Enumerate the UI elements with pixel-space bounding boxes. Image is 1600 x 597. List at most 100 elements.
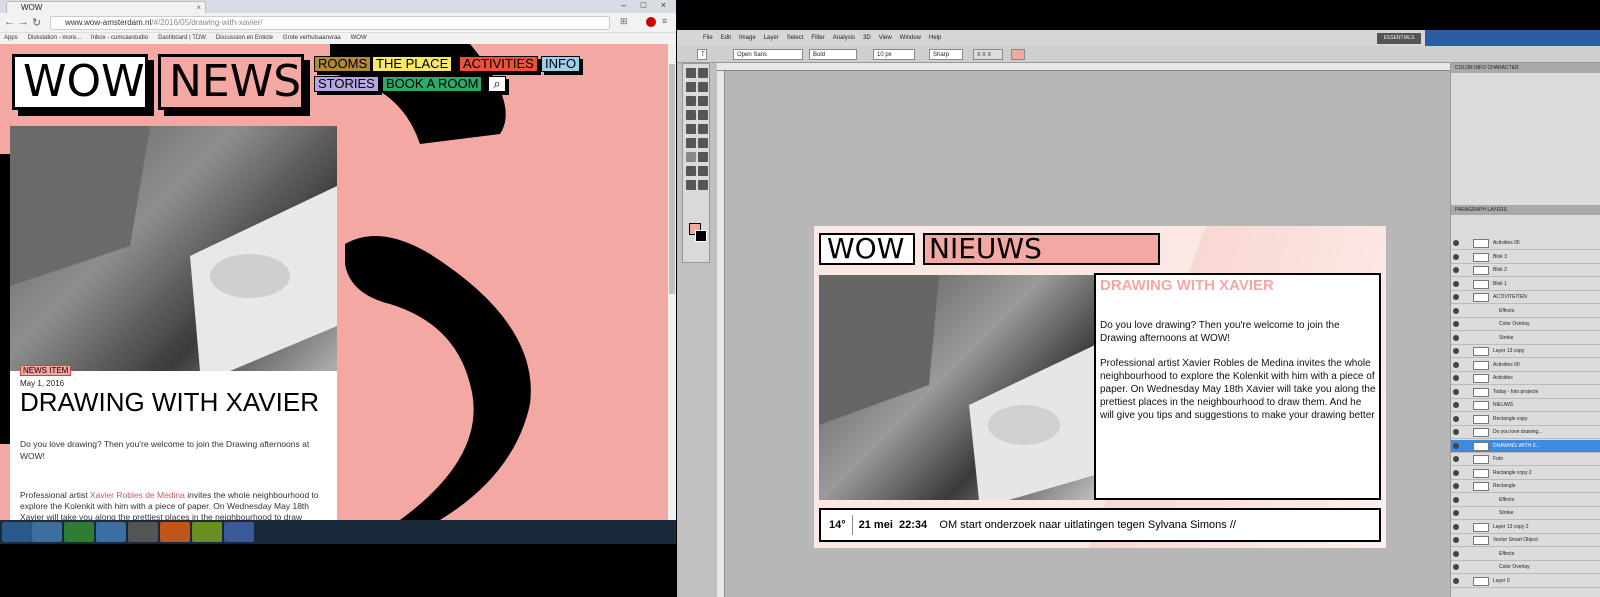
eraser-tool-icon[interactable] (686, 124, 696, 134)
marquee-tool-icon[interactable] (698, 68, 708, 78)
layer-row[interactable]: Layer 13 copy 2 (1451, 521, 1600, 534)
eye-icon[interactable] (1453, 402, 1459, 408)
workspace-button[interactable]: ESSENTIALS (1377, 33, 1421, 44)
eye-icon[interactable] (1453, 469, 1459, 476)
dodge-tool-icon[interactable] (686, 138, 696, 148)
type-tool-icon[interactable]: T (697, 49, 707, 60)
nav-book-a-room[interactable]: BOOK A ROOM (382, 76, 483, 92)
layer-row[interactable]: Effects (1451, 305, 1600, 318)
nav-the-place[interactable]: THE PLACE (372, 56, 453, 72)
menu-filter[interactable]: Filter (811, 30, 824, 46)
eye-icon[interactable] (1453, 415, 1459, 422)
layer-row[interactable]: Foto (1451, 453, 1600, 466)
eye-icon[interactable] (1453, 361, 1459, 368)
gradient-tool-icon[interactable] (698, 124, 708, 134)
nav-stories[interactable]: STORIES (314, 76, 379, 92)
layer-row[interactable]: Color Overlay (1451, 318, 1600, 331)
layer-row[interactable]: Vector Smart Object (1451, 534, 1600, 547)
extension-icon[interactable] (646, 17, 656, 27)
layer-row[interactable]: Activities 00 (1451, 359, 1600, 372)
zoom-tool-icon[interactable] (698, 180, 708, 190)
type-tool-icon[interactable] (686, 152, 696, 162)
eye-icon[interactable] (1453, 280, 1459, 287)
logo-news[interactable]: NEWS (158, 54, 304, 110)
window-controls[interactable]: – □ × (621, 0, 672, 10)
layer-row[interactable]: Do you love drawing... (1451, 426, 1600, 439)
eye-icon[interactable] (1453, 523, 1459, 530)
layer-row[interactable]: Activities (1451, 372, 1600, 385)
cs-live-bar[interactable] (1425, 30, 1600, 46)
font-family-select[interactable]: Open Sans (733, 49, 803, 60)
eye-icon[interactable] (1453, 321, 1459, 327)
hand-tool-icon[interactable] (686, 180, 696, 190)
eye-icon[interactable] (1453, 240, 1459, 246)
background-color-swatch[interactable] (695, 230, 707, 242)
layer-row[interactable]: Today - foto projecte (1451, 386, 1600, 399)
nav-rooms[interactable]: ROOMS (314, 56, 372, 72)
eye-icon[interactable] (1453, 456, 1459, 462)
layer-row[interactable]: Rectangle copy (1451, 413, 1600, 426)
layer-row[interactable]: Rectangle (1451, 480, 1600, 493)
menu-analysis[interactable]: Analysis (833, 30, 855, 46)
3d-tool-icon[interactable] (698, 166, 708, 176)
start-icon[interactable] (2, 522, 32, 542)
bookmark-item[interactable]: WOW (351, 33, 367, 44)
reload-icon[interactable]: ↻ (32, 16, 41, 29)
layer-row[interactable]: ACTIVITEITEN (1451, 291, 1600, 304)
menu-view[interactable]: View (879, 30, 892, 46)
eye-icon[interactable] (1453, 510, 1459, 516)
bookmark-item[interactable]: Diskstation - more... (28, 33, 81, 44)
eye-icon[interactable] (1453, 375, 1459, 381)
layer-row[interactable]: DRAWING WITH X... (1451, 439, 1600, 453)
crop-tool-icon[interactable] (686, 96, 696, 106)
eye-icon[interactable] (1453, 267, 1459, 273)
nav-activities[interactable]: ACTIVITIES (459, 56, 538, 72)
nav-info[interactable]: INFO (541, 56, 581, 72)
eye-icon[interactable] (1453, 253, 1459, 260)
eye-icon[interactable] (1453, 429, 1459, 435)
menu-icon[interactable]: ≡ (662, 16, 667, 26)
eye-icon[interactable] (1453, 496, 1459, 503)
layer-row[interactable]: Layer 0 (1451, 575, 1600, 588)
photoshop-icon[interactable] (224, 522, 254, 542)
search-icon[interactable]: ⌕ (488, 76, 506, 92)
document-canvas[interactable]: WOW NIEUWS DRAWING WITH XAVIER Do you lo… (814, 226, 1386, 548)
menu-3d[interactable]: 3D (863, 30, 871, 46)
eye-icon[interactable] (1453, 550, 1459, 557)
menu-image[interactable]: Image (739, 30, 756, 46)
shape-tool-icon[interactable] (686, 166, 696, 176)
eye-icon[interactable] (1453, 483, 1459, 489)
layer-row[interactable]: Stroke (1451, 507, 1600, 520)
back-icon[interactable]: ← (4, 16, 15, 28)
eye-icon[interactable] (1453, 334, 1459, 341)
layer-row[interactable]: Rectangle copy 2 (1451, 467, 1600, 480)
layer-row[interactable]: Color Overlay (1451, 561, 1600, 574)
text-color-swatch[interactable] (1011, 49, 1025, 60)
bookmark-item[interactable]: Grote verhuisaanvraa (283, 33, 341, 44)
eye-icon[interactable] (1453, 564, 1459, 570)
chrome-icon[interactable] (32, 522, 62, 542)
eye-icon[interactable] (1453, 348, 1459, 354)
layer-row[interactable]: Stroke (1451, 332, 1600, 345)
menu-layer[interactable]: Layer (764, 30, 779, 46)
eyedropper-tool-icon[interactable] (698, 96, 708, 106)
layer-row[interactable]: Layer 13 copy (1451, 345, 1600, 358)
bookmark-item[interactable]: Apps (4, 33, 18, 44)
brush-tool-icon[interactable] (686, 110, 696, 120)
menu-help[interactable]: Help (929, 30, 941, 46)
address-bar[interactable]: www.wow-amsterdam.nl/#/2016/05/drawing-w… (50, 16, 610, 30)
scroll-thumb[interactable] (669, 64, 675, 294)
browser-tab[interactable]: WOW × (6, 1, 206, 13)
menu-file[interactable]: File (703, 30, 713, 46)
eye-icon[interactable] (1453, 294, 1459, 300)
bookmark-item[interactable]: Dashboard | TDW (158, 33, 206, 44)
path-select-tool-icon[interactable] (698, 152, 708, 162)
menu-window[interactable]: Window (900, 30, 921, 46)
layer-row[interactable]: NIEUWS (1451, 399, 1600, 412)
logo-wow[interactable]: WOW (12, 54, 148, 110)
move-tool-icon[interactable] (686, 68, 696, 78)
excel-icon[interactable] (64, 522, 94, 542)
eye-icon[interactable] (1453, 577, 1459, 584)
eye-icon[interactable] (1453, 537, 1459, 543)
skype-icon[interactable] (96, 522, 126, 542)
